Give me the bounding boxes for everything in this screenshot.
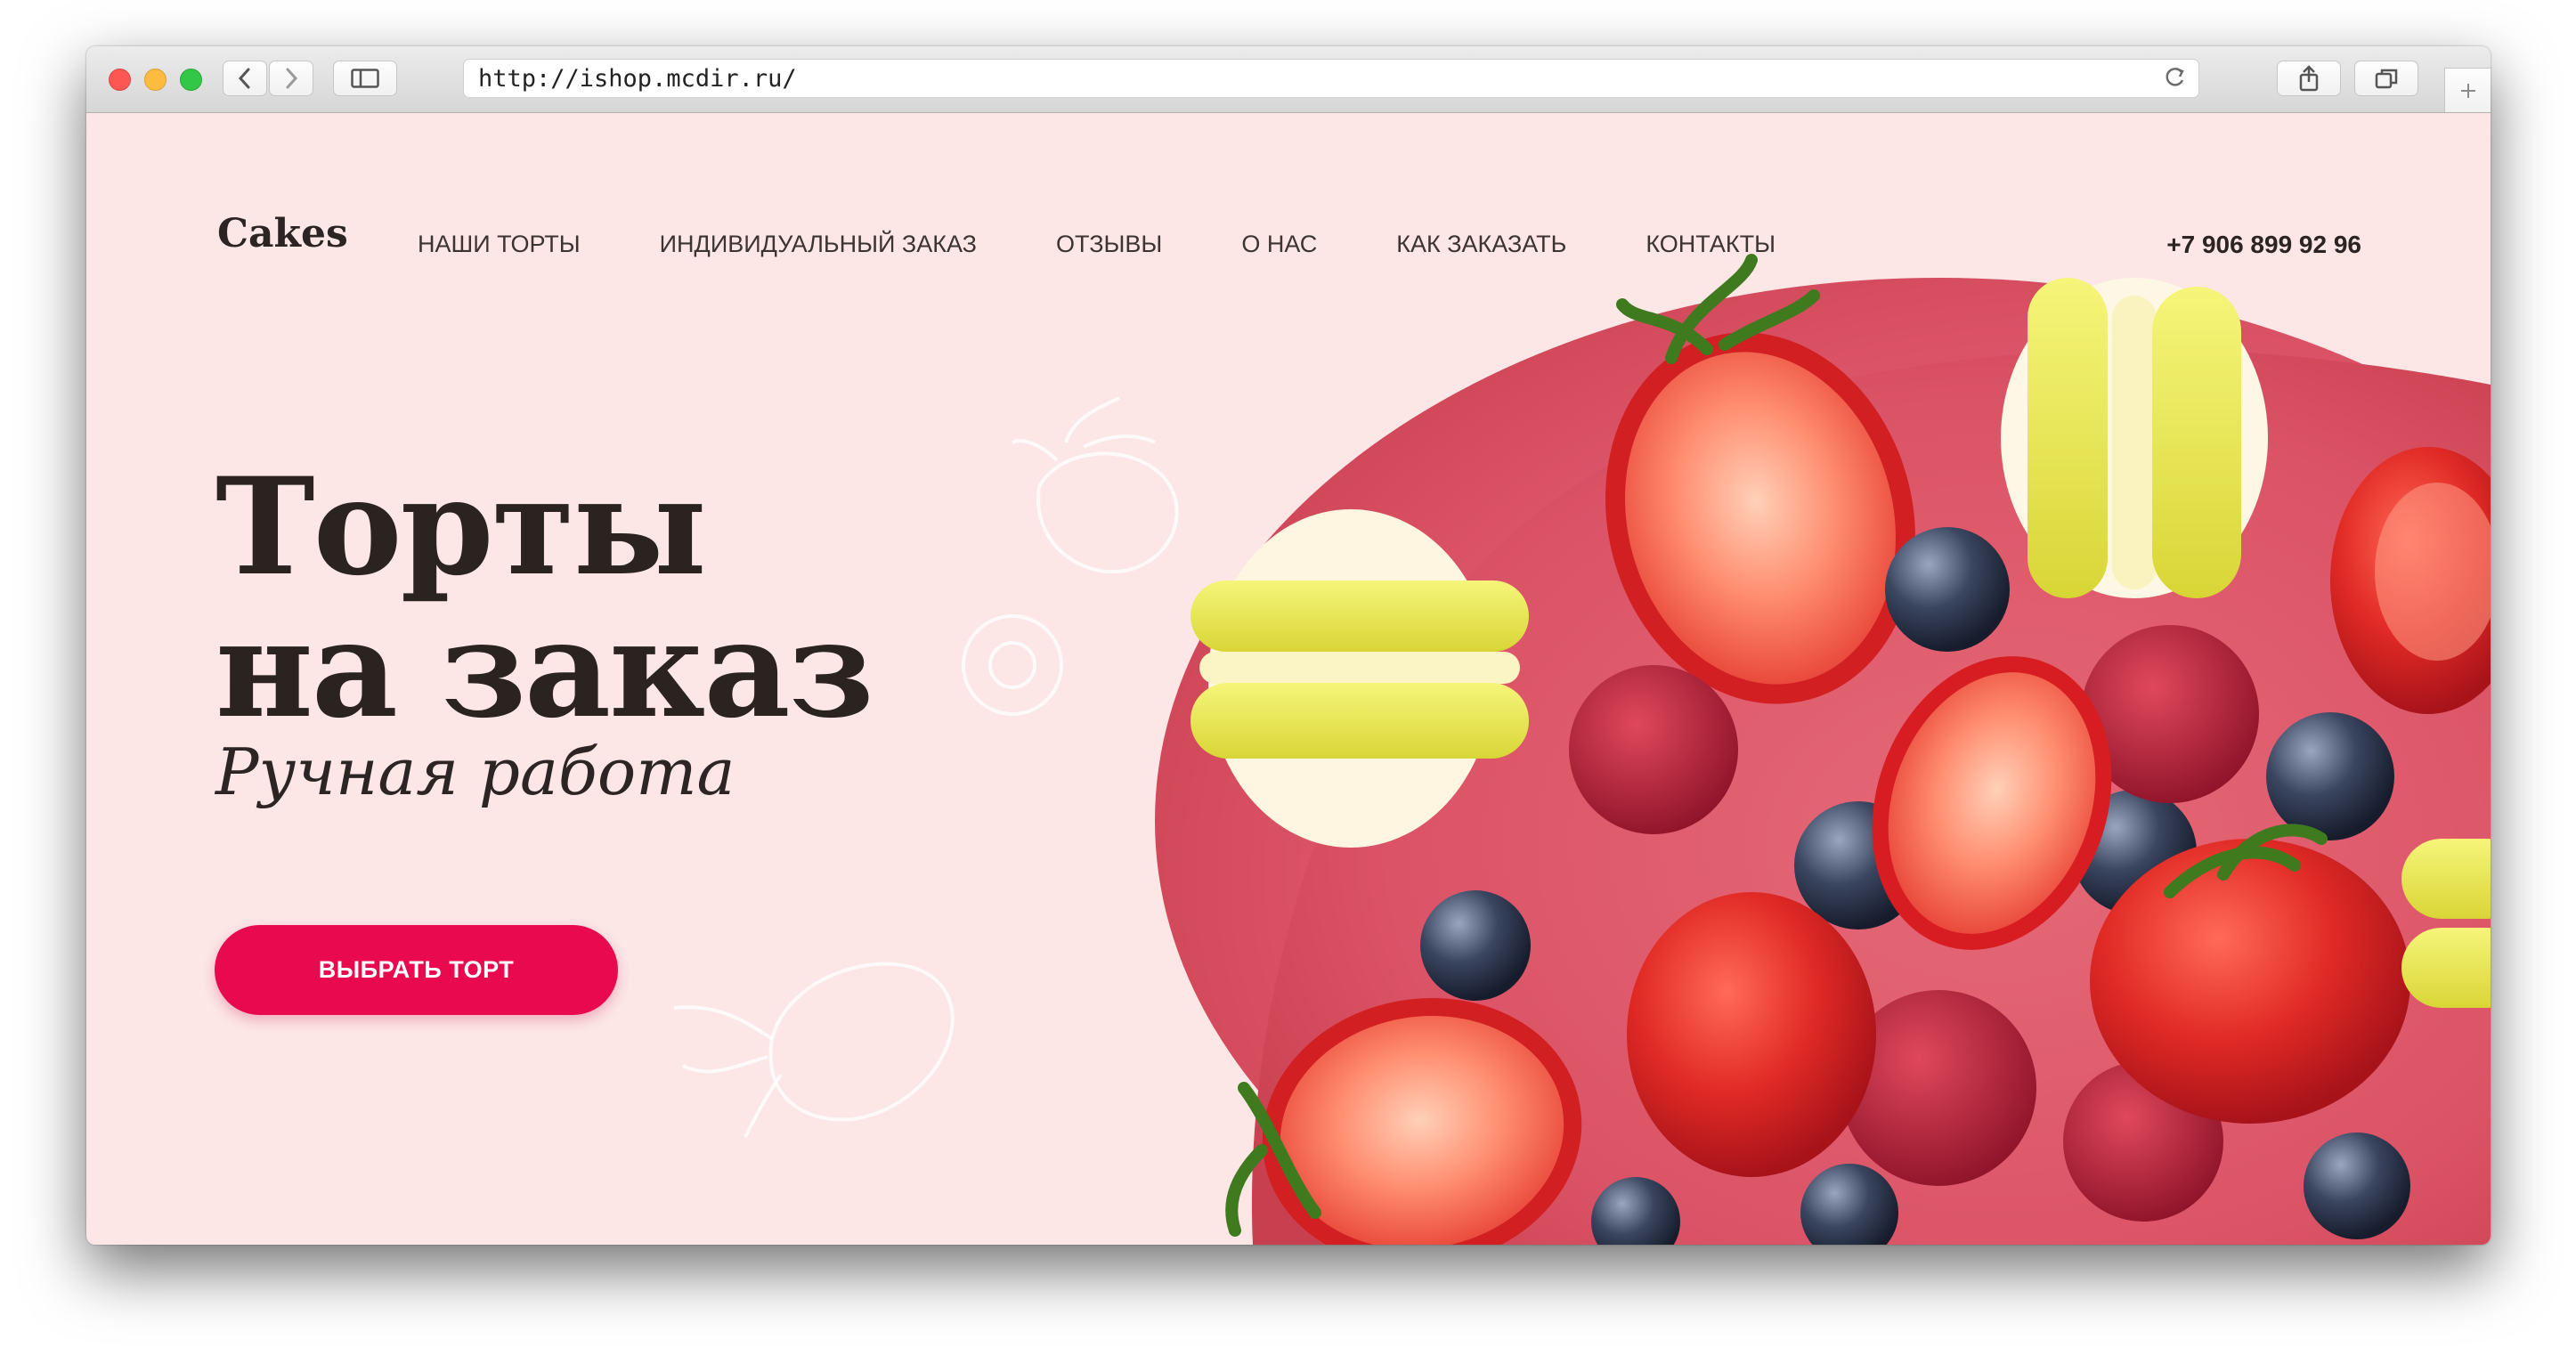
new-tab-button[interactable] bbox=[2444, 68, 2491, 112]
nav-item-contacts[interactable]: КОНТАКТЫ bbox=[1646, 231, 1776, 258]
choose-cake-button[interactable]: ВЫБРАТЬ ТОРТ bbox=[215, 925, 618, 1015]
tabs-overview-button[interactable] bbox=[2354, 61, 2418, 96]
strawberry-doodle-icon bbox=[1012, 396, 1179, 574]
page-content: Cakes НАШИ ТОРТЫ ИНДИВИДУАЛЬНЫЙ ЗАКАЗ ОТ… bbox=[86, 113, 2491, 1245]
minimize-window-button[interactable] bbox=[144, 69, 167, 91]
url-text: http://ishop.mcdir.ru/ bbox=[478, 64, 797, 93]
strawberry-doodle-icon bbox=[673, 962, 955, 1138]
close-window-button[interactable] bbox=[109, 69, 131, 91]
site-logo[interactable]: Cakes bbox=[217, 211, 348, 256]
hero-subtitle: Ручная работа bbox=[215, 735, 735, 809]
sidebar-icon bbox=[351, 69, 379, 88]
nav-item-custom-order[interactable]: ИНДИВИДУАЛЬНЫЙ ЗАКАЗ bbox=[660, 231, 977, 258]
tabs-icon bbox=[2375, 69, 2398, 89]
flower-doodle-icon bbox=[962, 614, 1063, 716]
nav-item-about[interactable]: О НАС bbox=[1241, 231, 1317, 258]
share-button[interactable] bbox=[2277, 61, 2341, 96]
main-nav: НАШИ ТОРТЫ ИНДИВИДУАЛЬНЫЙ ЗАКАЗ ОТЗЫВЫ О… bbox=[418, 231, 1855, 258]
phone-number[interactable]: +7 906 899 92 96 bbox=[2166, 231, 2361, 259]
forward-button[interactable] bbox=[269, 61, 313, 96]
zoom-window-button[interactable] bbox=[180, 69, 202, 91]
address-bar[interactable]: http://ishop.mcdir.ru/ bbox=[463, 59, 2199, 98]
back-button[interactable] bbox=[223, 61, 267, 96]
chevron-right-icon bbox=[286, 68, 298, 89]
browser-toolbar: http://ishop.mcdir.ru/ bbox=[86, 46, 2491, 113]
nav-item-reviews[interactable]: ОТЗЫВЫ bbox=[1056, 231, 1162, 258]
nav-item-our-cakes[interactable]: НАШИ ТОРТЫ bbox=[418, 231, 581, 258]
sidebar-toggle-button[interactable] bbox=[333, 61, 397, 96]
chevron-left-icon bbox=[238, 68, 250, 89]
hero-cake-image bbox=[1155, 254, 2491, 1245]
hero-title: Торты на заказ bbox=[215, 456, 874, 741]
reload-icon[interactable] bbox=[2163, 63, 2186, 97]
browser-window: http://ishop.mcdir.ru/ Cakes НАШИ ТОРТЫ … bbox=[86, 46, 2491, 1245]
hero-title-line2: на заказ bbox=[215, 591, 874, 748]
plus-icon bbox=[2460, 83, 2475, 98]
nav-item-how-to-order[interactable]: КАК ЗАКАЗАТЬ bbox=[1396, 231, 1566, 258]
hero-title-line1: Торты bbox=[215, 449, 707, 605]
share-icon bbox=[2299, 65, 2319, 92]
